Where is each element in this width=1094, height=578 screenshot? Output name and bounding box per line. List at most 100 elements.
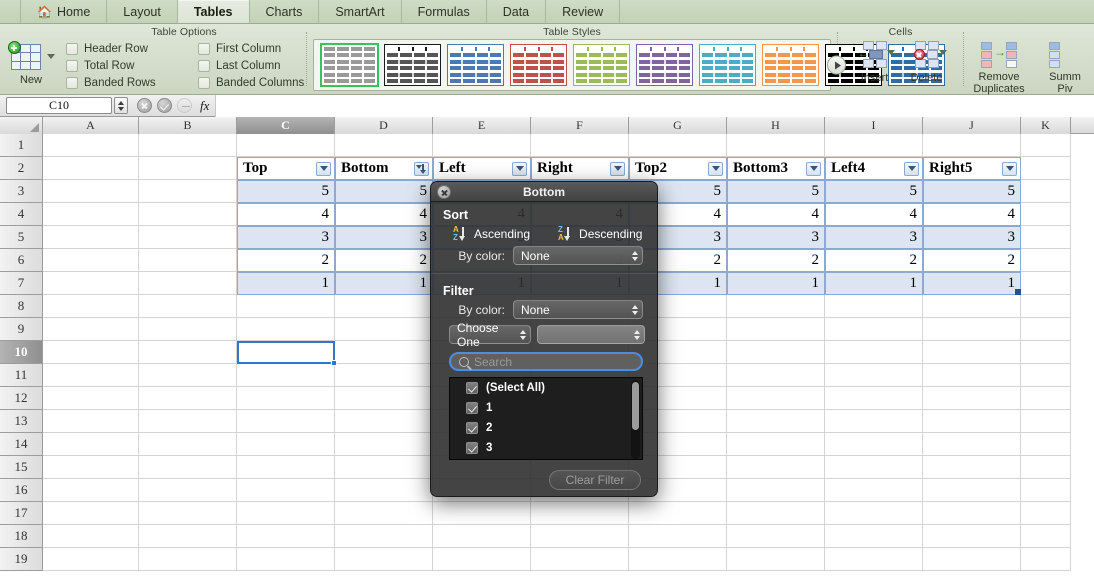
table-cell-D4[interactable]: 4 [335, 203, 433, 226]
cell-I15[interactable] [825, 456, 923, 479]
table-style-swatch-0[interactable] [320, 43, 379, 87]
cell-D12[interactable] [335, 387, 433, 410]
cell-D19[interactable] [335, 548, 433, 571]
cell-J18[interactable] [923, 525, 1021, 548]
cell-D8[interactable] [335, 295, 433, 318]
cell-I8[interactable] [825, 295, 923, 318]
column-header-H[interactable]: H [727, 117, 825, 134]
cell-I18[interactable] [825, 525, 923, 548]
cell-J12[interactable] [923, 387, 1021, 410]
filter-value-list[interactable]: (Select All) 1 2 3 [449, 377, 643, 460]
cell-D18[interactable] [335, 525, 433, 548]
table-header-E2[interactable]: Left [433, 157, 531, 180]
table-cell-C6[interactable]: 2 [237, 249, 335, 272]
filter-dropdown-J[interactable] [1002, 161, 1017, 176]
cell-J9[interactable] [923, 318, 1021, 341]
cell-A6[interactable] [43, 249, 139, 272]
cell-B9[interactable] [139, 318, 237, 341]
checkbox-banded-rows[interactable]: Banded Rows [66, 74, 198, 91]
column-header-K[interactable]: K [1021, 117, 1071, 134]
cell-K7[interactable] [1021, 272, 1071, 295]
cell-H1[interactable] [727, 134, 825, 157]
select-all-corner[interactable] [0, 117, 43, 134]
cell-H16[interactable] [727, 479, 825, 502]
cell-K6[interactable] [1021, 249, 1071, 272]
table-header-G2[interactable]: Top2 [629, 157, 727, 180]
remove-duplicates-button[interactable]: → Remove Duplicates [970, 40, 1028, 95]
cell-K5[interactable] [1021, 226, 1071, 249]
cell-J16[interactable] [923, 479, 1021, 502]
cell-D11[interactable] [335, 364, 433, 387]
table-header-D2[interactable]: Bottom [335, 157, 433, 180]
row-header-14[interactable]: 14 [0, 433, 43, 456]
cell-B5[interactable] [139, 226, 237, 249]
cell-A13[interactable] [43, 410, 139, 433]
filter-list-item-0[interactable]: (Select All) [450, 378, 642, 398]
table-cell-C3[interactable]: 5 [237, 180, 335, 203]
row-header-6[interactable]: 6 [0, 249, 43, 272]
scrollbar-thumb[interactable] [632, 382, 639, 430]
cell-I10[interactable] [825, 341, 923, 364]
cell-C11[interactable] [237, 364, 335, 387]
cell-I9[interactable] [825, 318, 923, 341]
cell-J10[interactable] [923, 341, 1021, 364]
cell-A18[interactable] [43, 525, 139, 548]
tab-home[interactable]: 🏠 Home [20, 0, 108, 23]
table-cell-J6[interactable]: 2 [923, 249, 1021, 272]
cell-A1[interactable] [43, 134, 139, 157]
tab-smartart[interactable]: SmartArt [319, 0, 402, 23]
cell-J11[interactable] [923, 364, 1021, 387]
column-header-F[interactable]: F [531, 117, 629, 134]
cell-J13[interactable] [923, 410, 1021, 433]
tab-formulas[interactable]: Formulas [402, 0, 487, 23]
filter-dropdown-E[interactable] [512, 161, 527, 176]
chevron-down-icon[interactable] [46, 53, 55, 59]
row-header-10[interactable]: 10 [0, 341, 43, 364]
cell-A15[interactable] [43, 456, 139, 479]
table-header-C2[interactable]: Top [237, 157, 335, 180]
checkbox-last-column[interactable]: Last Column [198, 57, 310, 74]
cell-I13[interactable] [825, 410, 923, 433]
cell-K14[interactable] [1021, 433, 1071, 456]
tab-layout[interactable]: Layout [107, 0, 178, 23]
row-header-17[interactable]: 17 [0, 502, 43, 525]
table-header-F2[interactable]: Right [531, 157, 629, 180]
cell-A16[interactable] [43, 479, 139, 502]
filter-list-item-1[interactable]: 1 [450, 398, 642, 418]
cell-K9[interactable] [1021, 318, 1071, 341]
cell-C16[interactable] [237, 479, 335, 502]
cell-K11[interactable] [1021, 364, 1071, 387]
filter-list-scrollbar[interactable] [631, 380, 640, 459]
cell-K17[interactable] [1021, 502, 1071, 525]
cell-B7[interactable] [139, 272, 237, 295]
cell-B3[interactable] [139, 180, 237, 203]
delete-button[interactable]: Delete [907, 40, 947, 84]
summarize-with-pivot-button[interactable]: Summ Piv [1036, 40, 1094, 95]
new-table-button[interactable]: New [7, 38, 55, 86]
filter-list-item-3[interactable]: 3 [450, 438, 642, 458]
row-header-5[interactable]: 5 [0, 226, 43, 249]
checkbox-icon[interactable] [466, 402, 478, 414]
filter-dropdown-G[interactable] [708, 161, 723, 176]
cell-H15[interactable] [727, 456, 825, 479]
table-cell-I7[interactable]: 1 [825, 272, 923, 295]
table-style-swatch-7[interactable] [762, 44, 819, 86]
cancel-circle-icon[interactable] [137, 98, 152, 113]
table-style-swatch-4[interactable] [573, 44, 630, 86]
table-style-swatch-3[interactable] [510, 44, 567, 86]
column-header-E[interactable]: E [433, 117, 531, 134]
cell-F1[interactable] [531, 134, 629, 157]
cell-C8[interactable] [237, 295, 335, 318]
cell-H12[interactable] [727, 387, 825, 410]
table-cell-C5[interactable]: 3 [237, 226, 335, 249]
cell-B1[interactable] [139, 134, 237, 157]
cell-D1[interactable] [335, 134, 433, 157]
table-cell-D3[interactable]: 5 [335, 180, 433, 203]
table-cell-H5[interactable]: 3 [727, 226, 825, 249]
cell-H17[interactable] [727, 502, 825, 525]
cell-A2[interactable] [43, 157, 139, 180]
cell-B12[interactable] [139, 387, 237, 410]
table-cell-H6[interactable]: 2 [727, 249, 825, 272]
cell-C1[interactable] [237, 134, 335, 157]
cell-B8[interactable] [139, 295, 237, 318]
